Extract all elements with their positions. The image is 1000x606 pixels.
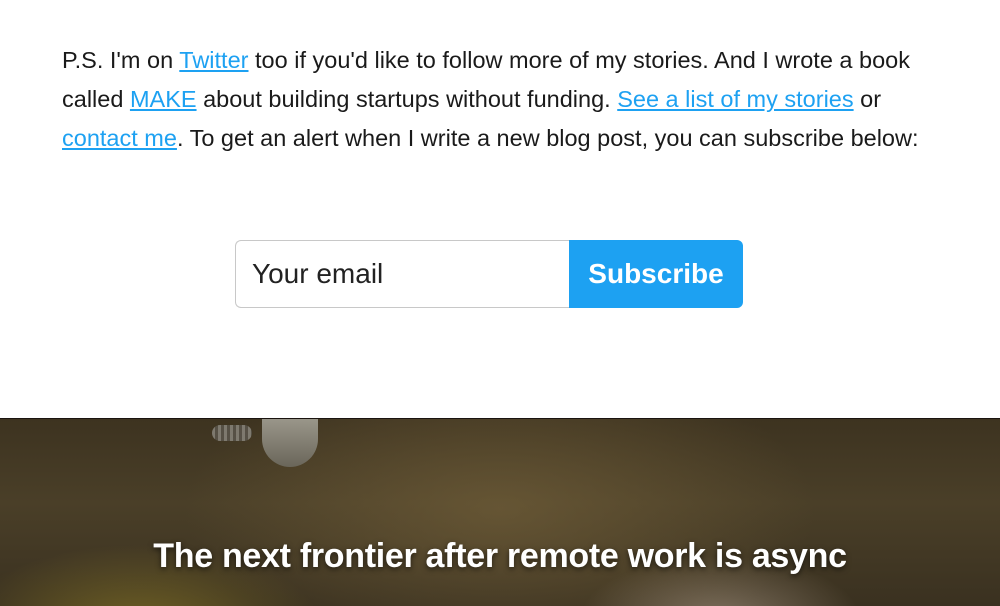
next-post-banner[interactable]: The next frontier after remote work is a…	[0, 418, 1000, 606]
ps-paragraph: P.S. I'm on Twitter too if you'd like to…	[62, 41, 922, 158]
ps-text-3: about building startups without funding.	[196, 86, 618, 112]
twitter-link[interactable]: Twitter	[179, 47, 248, 73]
drape-image	[262, 419, 318, 467]
stories-list-link[interactable]: See a list of my stories	[617, 86, 853, 112]
ps-text-4: or	[853, 86, 882, 112]
next-post-title[interactable]: The next frontier after remote work is a…	[0, 537, 1000, 576]
email-input[interactable]	[235, 240, 569, 308]
make-book-link[interactable]: MAKE	[130, 86, 197, 112]
melting-clock-image	[212, 425, 252, 441]
ps-text-1: P.S. I'm on	[62, 47, 180, 73]
subscribe-form: Subscribe	[235, 240, 743, 308]
contact-link[interactable]: contact me	[62, 125, 177, 151]
subscribe-button[interactable]: Subscribe	[569, 240, 743, 308]
ps-text-5: . To get an alert when I write a new blo…	[176, 125, 919, 151]
